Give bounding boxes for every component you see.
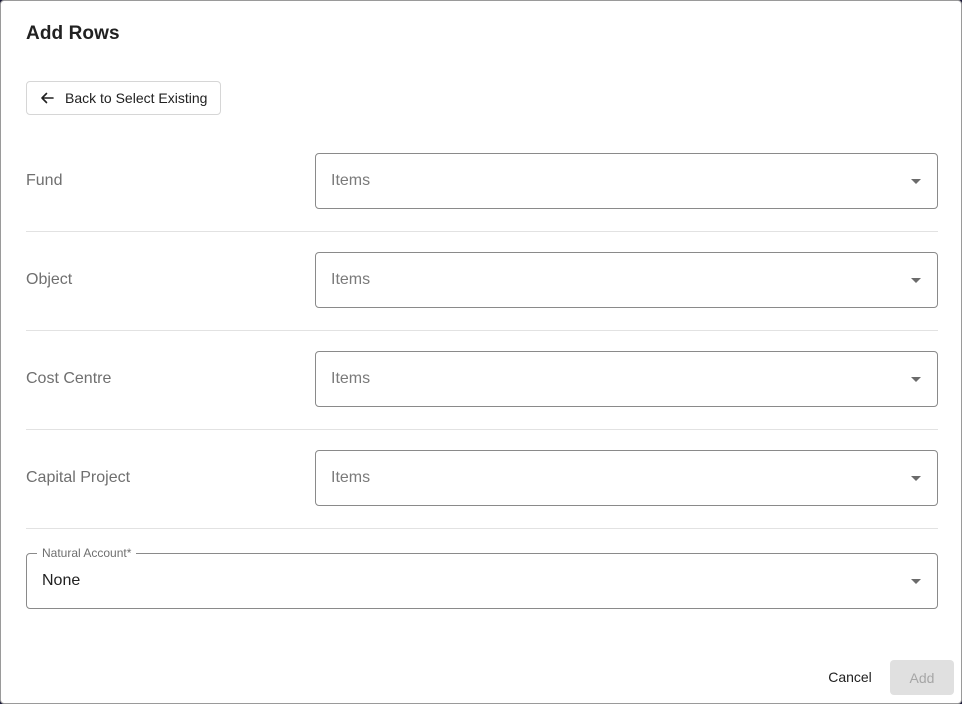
fund-label: Fund	[26, 172, 63, 189]
add-button[interactable]: Add	[890, 660, 954, 695]
caret-down-icon	[911, 377, 921, 382]
object-select-placeholder: Items	[331, 271, 371, 288]
back-to-select-existing-button[interactable]: Back to Select Existing	[26, 81, 221, 115]
cost-centre-select[interactable]: Items	[315, 351, 938, 407]
capital-project-label: Capital Project	[26, 469, 131, 486]
fund-select[interactable]: Items	[315, 153, 938, 209]
natural-account-select[interactable]: Natural Account* None	[26, 546, 938, 609]
caret-down-icon	[911, 179, 921, 184]
caret-down-icon	[911, 579, 921, 584]
arrow-left-icon	[41, 92, 54, 104]
dialog-title: Add Rows	[26, 23, 120, 44]
natural-account-label: Natural Account	[42, 546, 127, 560]
add-rows-dialog: Add Rows Back to Select Existing Fund It…	[0, 0, 962, 704]
cancel-button[interactable]: Cancel	[819, 660, 881, 694]
fund-select-placeholder: Items	[331, 172, 371, 189]
row-divider	[26, 429, 938, 430]
cost-centre-select-placeholder: Items	[331, 370, 371, 387]
row-divider	[26, 330, 938, 331]
row-divider	[26, 231, 938, 232]
capital-project-select-placeholder: Items	[331, 469, 371, 486]
object-label: Object	[26, 271, 73, 288]
required-marker: *	[126, 546, 132, 560]
capital-project-select[interactable]: Items	[315, 450, 938, 506]
object-select[interactable]: Items	[315, 252, 938, 308]
natural-account-value: None	[42, 572, 81, 589]
cost-centre-label: Cost Centre	[26, 370, 112, 387]
caret-down-icon	[911, 278, 921, 283]
back-button-label: Back to Select Existing	[65, 90, 208, 106]
row-divider	[26, 528, 938, 529]
caret-down-icon	[911, 476, 921, 481]
natural-account-legend: Natural Account*	[37, 546, 137, 560]
